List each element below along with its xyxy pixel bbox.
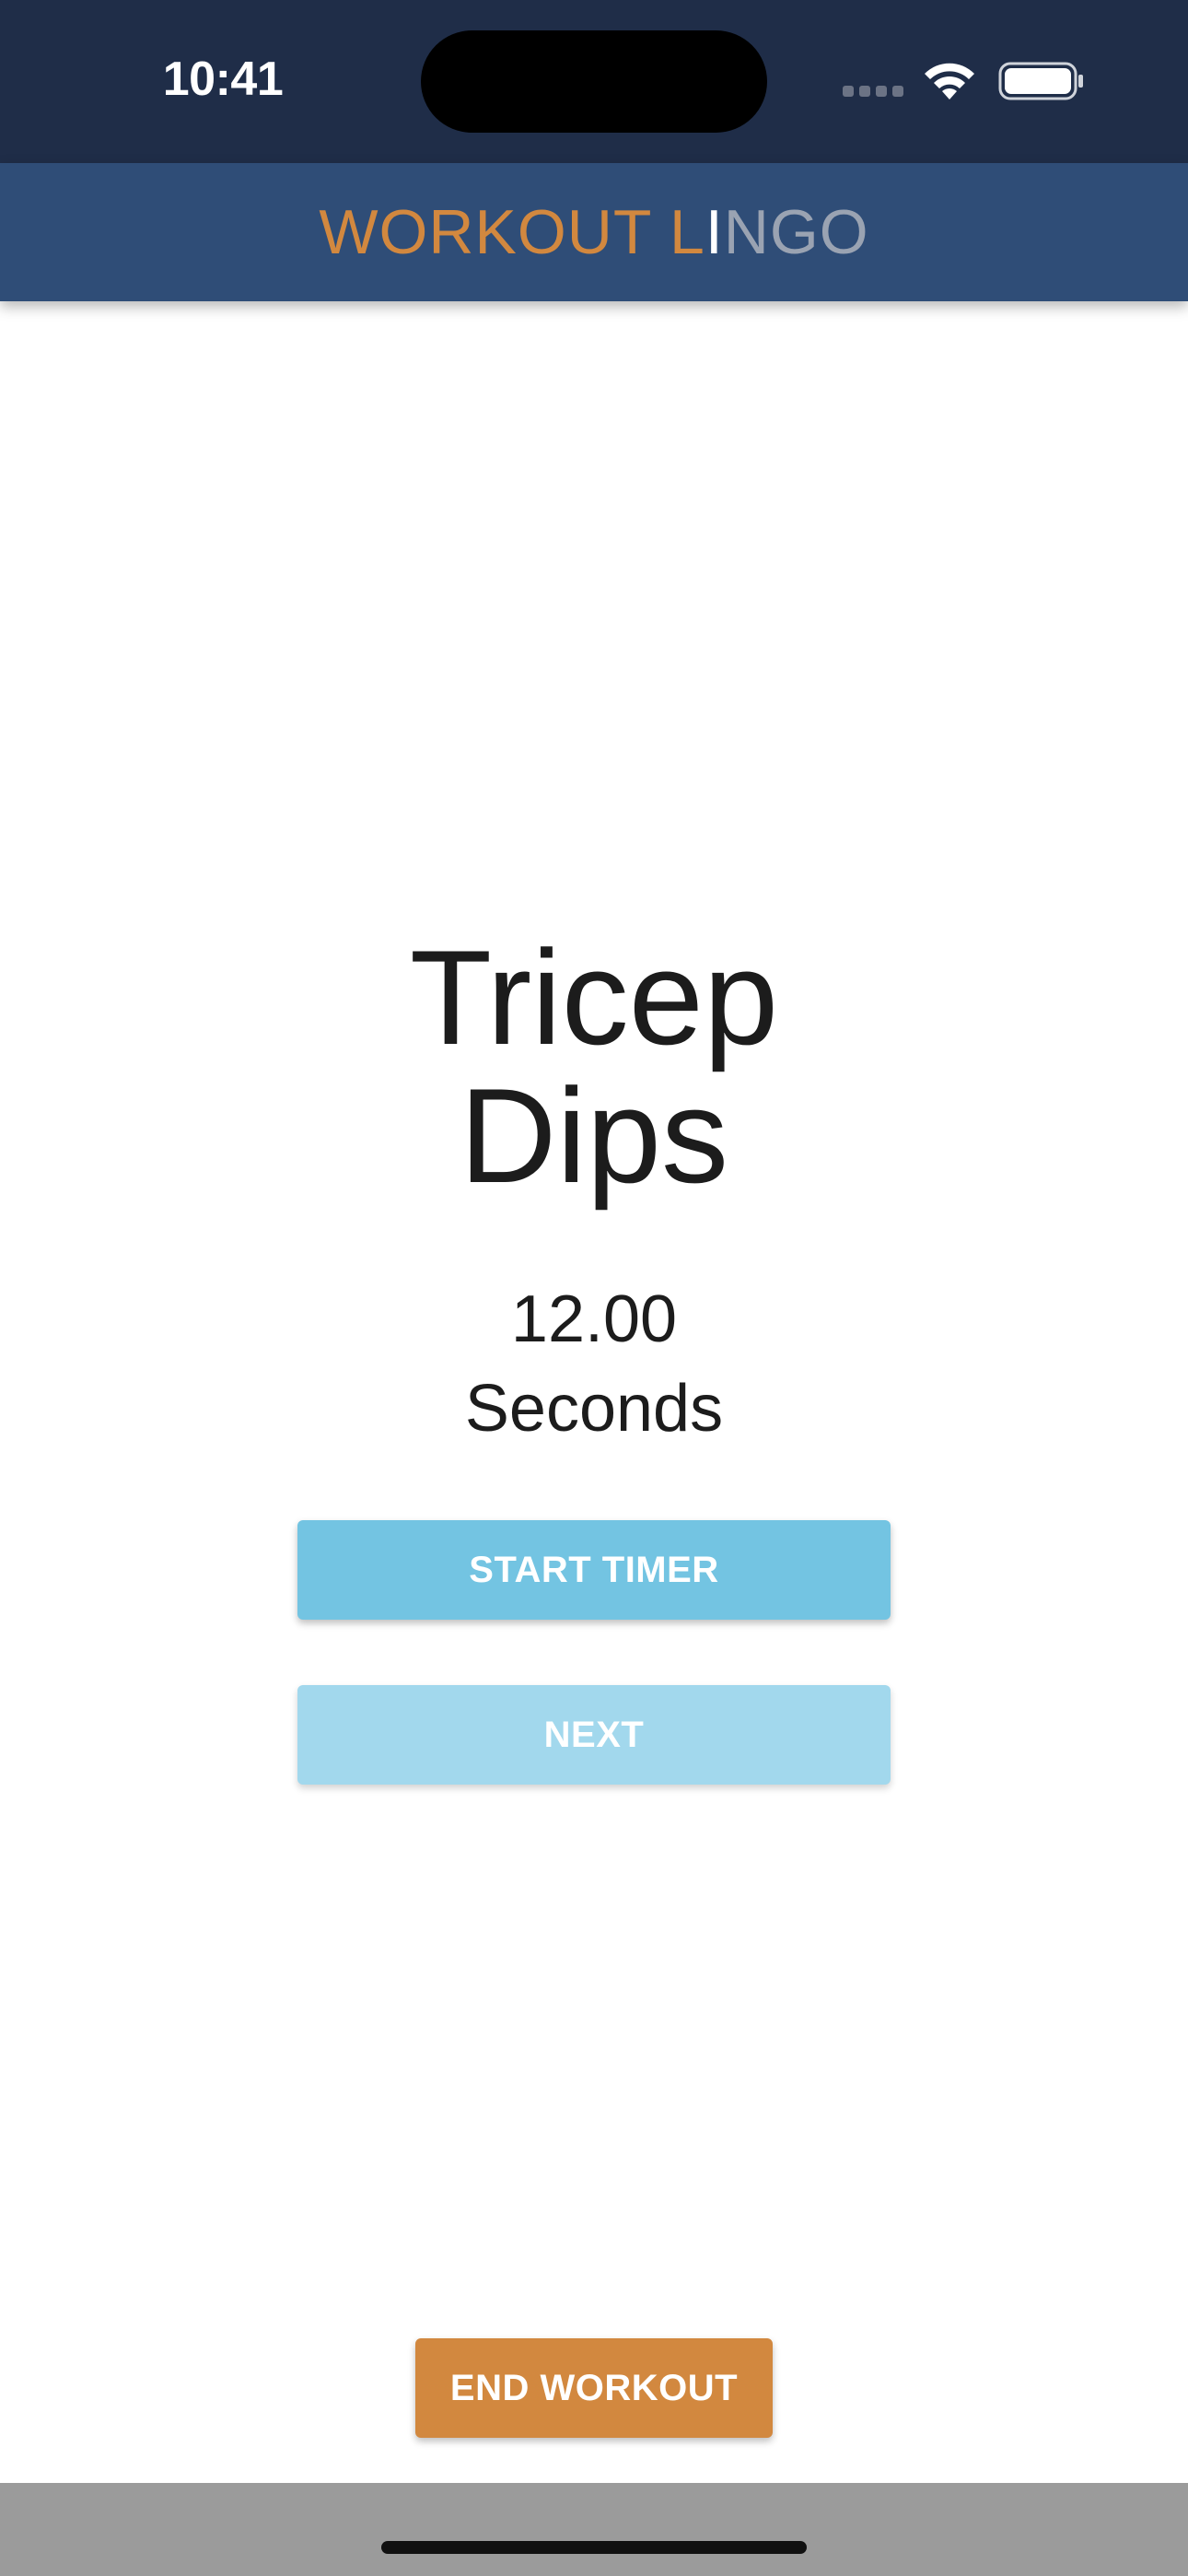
timer-unit: Seconds bbox=[464, 1372, 724, 1446]
home-indicator[interactable] bbox=[381, 2541, 807, 2554]
app-screen: 10:41 WORKOUT LINGO Tricep Dips 12.00 Se… bbox=[0, 0, 1188, 2576]
signal-icon bbox=[843, 86, 903, 99]
exercise-name: Tricep Dips bbox=[0, 929, 1188, 1205]
app-title-part-2: I bbox=[705, 197, 724, 267]
end-workout-button[interactable]: END WORKOUT bbox=[415, 2338, 773, 2438]
timer-value: 12.00 bbox=[510, 1282, 678, 1356]
dynamic-island bbox=[421, 30, 767, 133]
start-timer-button[interactable]: START TIMER bbox=[297, 1520, 891, 1620]
app-title-part-1: WORKOUT L bbox=[319, 197, 705, 267]
bottom-bar bbox=[0, 2483, 1188, 2576]
wifi-icon bbox=[925, 63, 974, 100]
next-button[interactable]: NEXT bbox=[297, 1685, 891, 1785]
exercise-name-line-2: Dips bbox=[459, 1060, 729, 1211]
battery-icon bbox=[998, 62, 1083, 100]
app-title: WORKOUT LINGO bbox=[0, 163, 1188, 301]
app-title-part-3: NGO bbox=[723, 197, 869, 267]
status-time: 10:41 bbox=[162, 53, 284, 106]
status-bar: 10:41 bbox=[0, 0, 1188, 163]
exercise-name-line-1: Tricep bbox=[409, 922, 779, 1072]
app-header: WORKOUT LINGO bbox=[0, 163, 1188, 301]
